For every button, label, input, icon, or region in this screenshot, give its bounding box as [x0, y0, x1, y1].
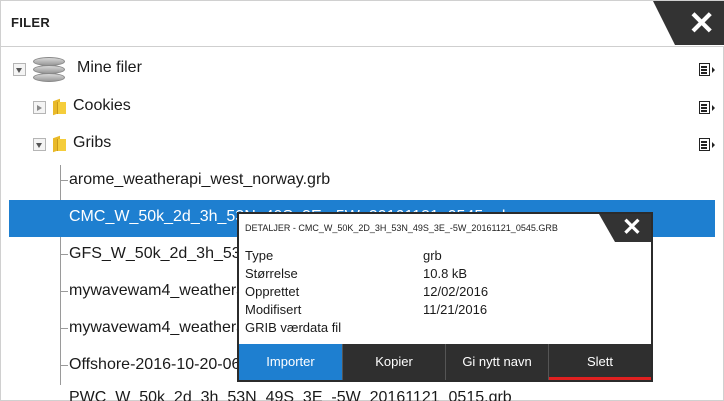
- detail-key: Type: [245, 248, 274, 263]
- tree-row-folder[interactable]: Cookies: [9, 89, 715, 126]
- detail-key: Størrelse: [245, 266, 298, 281]
- close-icon: ✕: [621, 214, 642, 241]
- file-label: PWC_W_50k_2d_3h_53N_49S_3E_-5W_20161121_…: [69, 389, 512, 401]
- collapse-icon[interactable]: [33, 138, 46, 151]
- dialog-button-bar: Importer Kopier Gi nytt navn Slett: [239, 344, 651, 380]
- context-menu-icon[interactable]: [699, 63, 715, 76]
- detail-key: Opprettet: [245, 284, 300, 299]
- database-icon: [33, 57, 65, 87]
- file-label: mywavewam4_weathera: [69, 319, 246, 336]
- tree-row-file[interactable]: PWC_W_50k_2d_3h_53N_49S_3E_-5W_20161121_…: [9, 381, 715, 401]
- file-label: Offshore-2016-10-20-06: [69, 356, 241, 373]
- rename-button[interactable]: Gi nytt navn: [446, 344, 549, 380]
- detail-value: 11/21/2016: [423, 302, 488, 317]
- close-button[interactable]: ✕: [653, 1, 724, 45]
- detail-row: Type grb: [245, 248, 645, 266]
- copy-button[interactable]: Kopier: [343, 344, 446, 380]
- detail-key: Modifisert: [245, 302, 302, 317]
- details-dialog: DETALJER - CMC_W_50K_2D_3H_53N_49S_3E_-5…: [237, 212, 653, 382]
- detail-row: Størrelse 10.8 kB: [245, 266, 645, 284]
- detail-value: 12/02/2016: [423, 284, 489, 299]
- context-menu-icon[interactable]: [699, 101, 715, 114]
- root-label: Mine filer: [77, 59, 142, 76]
- dialog-close-button[interactable]: ✕: [599, 214, 651, 242]
- tree-row-file[interactable]: arome_weatherapi_west_norway.grb: [9, 163, 715, 200]
- detail-row: GRIB værdata fil: [245, 320, 645, 338]
- title-bar: FILER ✕: [1, 1, 724, 47]
- details-list: Type grb Størrelse 10.8 kB Opprettet 12/…: [245, 248, 645, 338]
- delete-button[interactable]: Slett: [549, 344, 651, 380]
- detail-key: GRIB værdata fil: [245, 320, 342, 335]
- window-title: FILER: [11, 15, 51, 30]
- dialog-title: DETALJER - CMC_W_50K_2D_3H_53N_49S_3E_-5…: [245, 223, 558, 233]
- dialog-header: DETALJER - CMC_W_50K_2D_3H_53N_49S_3E_-5…: [239, 214, 651, 242]
- file-label: mywavewam4_weathera: [69, 282, 246, 299]
- tree-row-folder[interactable]: Gribs: [9, 126, 715, 163]
- detail-value: 10.8 kB: [423, 266, 468, 281]
- context-menu-icon[interactable]: [699, 138, 715, 151]
- file-label: arome_weatherapi_west_norway.grb: [69, 171, 331, 188]
- import-button[interactable]: Importer: [239, 344, 343, 380]
- expand-icon[interactable]: [33, 101, 46, 114]
- tree-row-root[interactable]: Mine filer: [9, 51, 715, 88]
- detail-row: Opprettet 12/02/2016: [245, 284, 645, 302]
- folder-icon: [53, 98, 69, 116]
- folder-label: Gribs: [73, 134, 112, 151]
- folder-icon: [53, 135, 69, 153]
- files-window: FILER ✕ Mine filer Cookies Gribs arome_w…: [0, 0, 724, 401]
- close-icon: ✕: [688, 5, 715, 41]
- folder-label: Cookies: [73, 97, 131, 114]
- detail-value: grb: [423, 248, 442, 263]
- detail-row: Modifisert 11/21/2016: [245, 302, 645, 320]
- collapse-icon[interactable]: [13, 63, 26, 76]
